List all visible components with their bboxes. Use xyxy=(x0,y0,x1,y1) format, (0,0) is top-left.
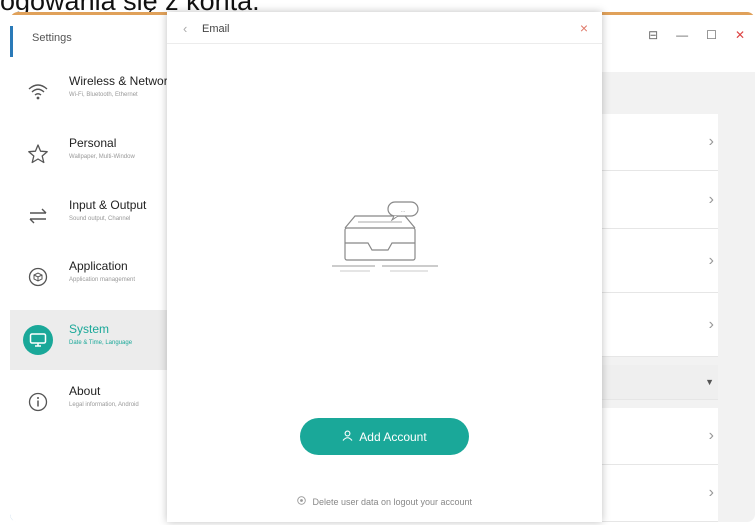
settings-sidebar: Wireless & Network Wi-Fi, Bluetooth, Eth… xyxy=(10,57,170,522)
delete-data-icon xyxy=(297,496,309,507)
badge-text: ... xyxy=(401,208,406,214)
caret-down-icon: ▼ xyxy=(705,377,714,387)
swap-icon xyxy=(25,203,51,229)
split-window-icon[interactable]: ⊟ xyxy=(648,28,658,42)
settings-dropdown[interactable]: ▼ xyxy=(600,365,718,400)
sidebar-item-sub: Application management xyxy=(69,277,136,283)
sidebar-item-label: Personal xyxy=(69,136,117,150)
settings-row[interactable]: › xyxy=(600,114,718,171)
sidebar-text-personal: Personal Wallpaper, Multi-Window xyxy=(69,136,170,160)
chevron-right-icon: › xyxy=(708,484,714,501)
wifi-icon xyxy=(25,79,51,105)
minimize-icon[interactable]: — xyxy=(676,28,688,42)
sidebar-text-about: About Legal information, Android xyxy=(69,384,170,408)
sidebar-item-about[interactable]: About Legal information, Android xyxy=(10,372,170,432)
sidebar-item-label: Input & Output xyxy=(69,198,147,212)
close-icon[interactable]: × xyxy=(580,20,588,36)
chevron-right-icon: › xyxy=(708,133,714,150)
logout-note[interactable]: Delete user data on logout your account xyxy=(167,496,602,507)
sidebar-item-sub: Wi-Fi, Bluetooth, Ethernet xyxy=(69,92,138,98)
window-controls: ⊟ — ☐ ✕ xyxy=(648,28,745,42)
chevron-right-icon: › xyxy=(708,427,714,444)
sidebar-item-label: About xyxy=(69,384,101,398)
settings-row[interactable]: › xyxy=(600,408,718,465)
info-icon xyxy=(25,389,51,415)
dialog-header: ‹ Email × xyxy=(167,12,602,44)
close-icon[interactable]: ✕ xyxy=(735,28,745,42)
sidebar-item-personal[interactable]: Personal Wallpaper, Multi-Window xyxy=(10,124,170,184)
email-dialog: ‹ Email × ... Add Account Delete user da… xyxy=(167,12,602,522)
sidebar-item-sub: Date & Time, Language xyxy=(69,340,133,346)
maximize-icon[interactable]: ☐ xyxy=(706,28,717,42)
screen: ogowania się z konta. Settings ⊟ — ☐ ✕ W… xyxy=(0,0,755,525)
sidebar-item-system[interactable]: System Date & Time, Language xyxy=(10,310,170,370)
sidebar-item-sub: Legal information, Android xyxy=(69,402,139,408)
sidebar-item-label: Wireless & Network xyxy=(69,74,170,88)
dialog-title: Email xyxy=(202,23,230,35)
sidebar-text-input-output: Input & Output Sound output, Channel xyxy=(69,198,170,222)
monitor-icon xyxy=(23,325,53,355)
sidebar-item-label: Application xyxy=(69,259,128,273)
sidebar-item-input-output[interactable]: Input & Output Sound output, Channel xyxy=(10,186,170,246)
sidebar-item-wireless[interactable]: Wireless & Network Wi-Fi, Bluetooth, Eth… xyxy=(10,62,170,122)
sidebar-item-sub: Wallpaper, Multi-Window xyxy=(69,154,135,160)
chevron-right-icon: › xyxy=(708,315,714,333)
person-icon xyxy=(342,430,353,444)
settings-row[interactable]: › xyxy=(600,229,718,293)
sidebar-item-label: System xyxy=(69,322,110,336)
back-icon[interactable]: ‹ xyxy=(183,21,187,36)
empty-inbox-illustration: ... xyxy=(330,198,440,278)
sidebar-text-wireless: Wireless & Network Wi-Fi, Bluetooth, Eth… xyxy=(69,74,170,98)
sidebar-text-application: Application Application management xyxy=(69,259,170,283)
star-icon xyxy=(25,141,51,167)
chevron-right-icon: › xyxy=(708,251,714,269)
sidebar-item-application[interactable]: Application Application management xyxy=(10,247,170,307)
sidebar-item-sub: Sound output, Channel xyxy=(69,216,131,222)
cube-icon xyxy=(25,264,51,290)
add-account-button[interactable]: Add Account xyxy=(300,418,469,455)
sidebar-text-system: System Date & Time, Language xyxy=(69,322,170,346)
settings-title: Settings xyxy=(32,32,72,44)
settings-row[interactable]: › xyxy=(600,171,718,229)
settings-row[interactable]: › xyxy=(600,293,718,357)
logout-note-text: Delete user data on logout your account xyxy=(312,497,473,507)
add-account-label: Add Account xyxy=(359,429,427,444)
settings-row[interactable]: › xyxy=(600,465,718,522)
chevron-right-icon: › xyxy=(708,190,714,208)
